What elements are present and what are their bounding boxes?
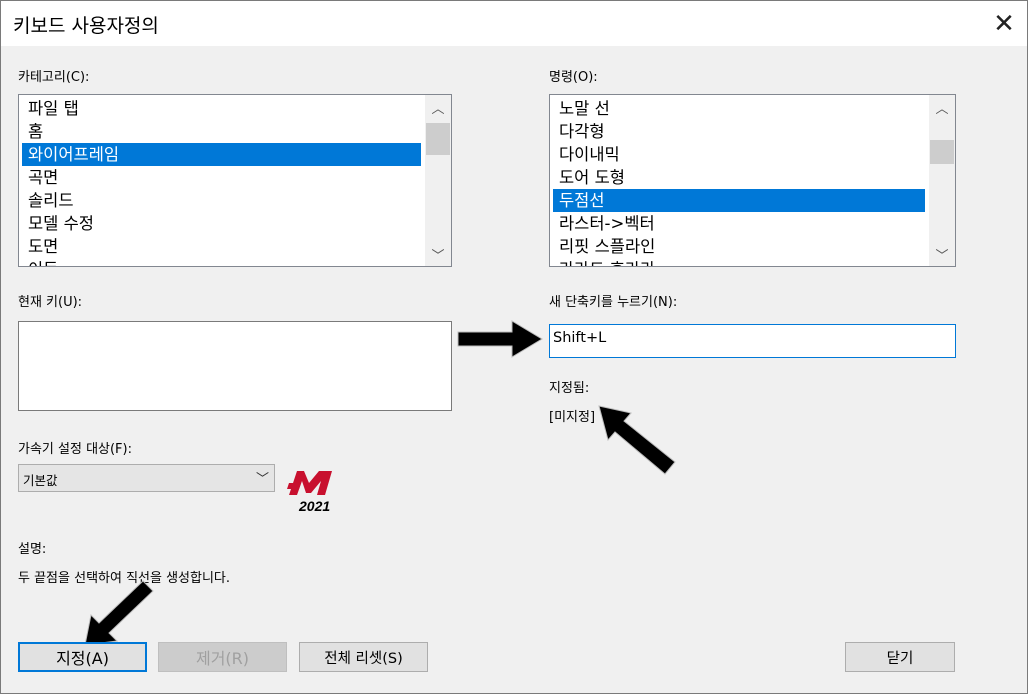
arrow-down-left-icon bbox=[84, 580, 154, 646]
scroll-down-icon[interactable]: ﹀ bbox=[929, 244, 955, 264]
command-items: 노말 선다각형다이내믹도어 도형두점선라스터->벡터리핏 스플라인라라드 후라라 bbox=[553, 97, 925, 266]
list-item[interactable]: 와이어프레임 bbox=[22, 143, 421, 166]
commands-label: 명령(O): bbox=[549, 70, 598, 85]
accelerator-label: 가속기 설정 대상(F): bbox=[18, 442, 132, 457]
list-item[interactable]: 곡면 bbox=[22, 166, 421, 189]
arrow-up-left-icon bbox=[598, 405, 676, 475]
scroll-up-icon[interactable]: ︿ bbox=[425, 97, 451, 117]
list-item[interactable]: 라라드 후라라 bbox=[553, 258, 925, 266]
list-item[interactable]: 솔리드 bbox=[22, 189, 421, 212]
keyboard-customize-dialog: 키보드 사용자정의 ✕ 카테고리(C): 파일 탭 홈 와이어프레임 곡면 솔리드 모델 … bbox=[0, 0, 1028, 694]
chevron-down-icon: ﹀ bbox=[255, 472, 269, 487]
list-item[interactable]: 두점선 bbox=[553, 189, 925, 212]
category-scrollbar[interactable]: ︿ ﹀ bbox=[425, 95, 451, 266]
close-icon[interactable]: ✕ bbox=[981, 1, 1027, 46]
new-shortcut-input[interactable]: Shift+L bbox=[549, 324, 956, 358]
list-item[interactable]: 라스터->벡터 bbox=[553, 212, 925, 235]
list-item[interactable]: 도어 도형 bbox=[553, 166, 925, 189]
list-item[interactable]: 노말 선 bbox=[553, 97, 925, 120]
current-key-label: 현재 키(U): bbox=[18, 295, 83, 310]
current-key-list[interactable] bbox=[18, 321, 452, 411]
list-item[interactable]: 리핏 스플라인 bbox=[553, 235, 925, 258]
list-item[interactable]: 다이내믹 bbox=[553, 143, 925, 166]
category-listbox[interactable]: 파일 탭홈와이어프레임곡면솔리드모델 수정도면이동 ︿ ﹀ bbox=[18, 94, 452, 267]
scroll-thumb[interactable] bbox=[930, 140, 954, 164]
category-items: 파일 탭홈와이어프레임곡면솔리드모델 수정도면이동 bbox=[22, 97, 421, 266]
title-bar: 키보드 사용자정의 ✕ bbox=[1, 1, 1027, 46]
dialog-title: 키보드 사용자정의 bbox=[13, 15, 159, 37]
list-item[interactable]: 이동 bbox=[22, 258, 421, 266]
commands-scrollbar[interactable]: ︿ ﹀ bbox=[929, 95, 955, 266]
list-item[interactable]: 파일 탭 bbox=[22, 97, 421, 120]
scroll-thumb[interactable] bbox=[426, 123, 450, 155]
description-label: 설명: bbox=[18, 542, 47, 557]
arrow-right-icon bbox=[457, 320, 543, 358]
scroll-up-icon[interactable]: ︿ bbox=[929, 97, 955, 117]
new-shortcut-value: Shift+L bbox=[553, 330, 607, 346]
assigned-label: 지정됨: bbox=[549, 381, 590, 396]
list-item[interactable]: 도면 bbox=[22, 235, 421, 258]
list-item[interactable]: 홈 bbox=[22, 120, 421, 143]
accelerator-value: 기본값 bbox=[23, 473, 58, 488]
close-button[interactable]: 닫기 bbox=[845, 642, 955, 672]
new-shortcut-label: 새 단축키를 누르기(N): bbox=[549, 295, 678, 310]
assign-button[interactable]: 지정(A) bbox=[18, 642, 147, 672]
scroll-down-icon[interactable]: ﹀ bbox=[425, 244, 451, 264]
remove-button[interactable]: 제거(R) bbox=[158, 642, 287, 672]
commands-listbox[interactable]: 노말 선다각형다이내믹도어 도형두점선라스터->벡터리핏 스플라인라라드 후라라… bbox=[549, 94, 956, 267]
list-item[interactable]: 다각형 bbox=[553, 120, 925, 143]
reset-all-button[interactable]: 전체 리셋(S) bbox=[299, 642, 428, 672]
list-item[interactable]: 모델 수정 bbox=[22, 212, 421, 235]
logo-year: 2021 bbox=[298, 498, 330, 514]
accelerator-dropdown[interactable]: 기본값 ﹀ bbox=[18, 464, 275, 492]
assigned-value: [미지정] bbox=[549, 410, 596, 425]
mastercam-logo: 2021 bbox=[287, 471, 332, 514]
category-label: 카테고리(C): bbox=[18, 70, 90, 85]
